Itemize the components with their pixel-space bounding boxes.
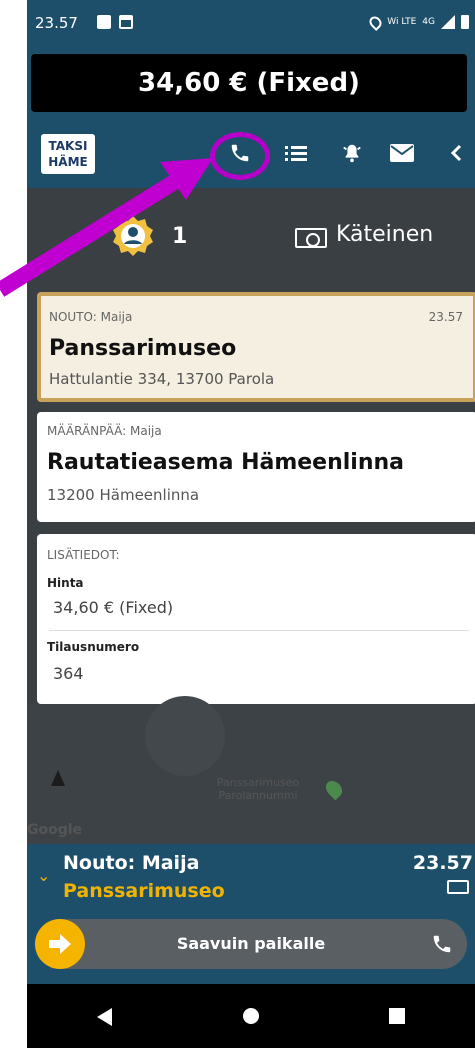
slider-label: Saavuin paikalle xyxy=(176,934,326,953)
passenger-count: 1 xyxy=(172,224,188,249)
pickup-label: NOUTO: Maija xyxy=(49,310,133,324)
network-indicator: 4G xyxy=(422,16,435,27)
fare-bar: 34,60 € (Fixed) xyxy=(27,48,475,118)
bottom-time: 23.57 xyxy=(412,852,473,874)
lte-indicator: Wi LTE xyxy=(387,16,417,27)
back-nav-icon[interactable] xyxy=(97,1008,112,1026)
toolbar: TAKSI HÄME xyxy=(27,118,475,188)
mail-icon[interactable] xyxy=(387,138,417,168)
bottom-cash-icon xyxy=(447,880,469,894)
system-nav-bar xyxy=(27,984,475,1048)
arrow-right-icon xyxy=(49,934,71,954)
battery-icon xyxy=(461,15,469,29)
pickup-title: Panssarimuseo xyxy=(49,336,237,361)
status-bar: 23.57 Wi LTE 4G xyxy=(27,0,475,48)
destination-label: MÄÄRÄNPÄÄ: Maija xyxy=(47,424,162,438)
map-attribution: Google xyxy=(27,822,83,838)
logo-line-1: TAKSI xyxy=(48,139,88,153)
company-logo: TAKSI HÄME xyxy=(41,134,95,174)
logo-line-2: HÄME xyxy=(48,155,88,169)
location-icon xyxy=(367,13,385,31)
signal-icon xyxy=(441,15,455,29)
map-feature xyxy=(145,696,225,776)
destination-title: Rautatieasema Hämeenlinna xyxy=(47,450,405,475)
arrival-slider[interactable]: Saavuin paikalle xyxy=(35,919,467,969)
extra-info-card: LISÄTIEDOT: Hinta 34,60 € (Fixed) Tilaus… xyxy=(37,534,475,704)
extra-info-label: LISÄTIEDOT: xyxy=(47,548,120,562)
notification-icon xyxy=(97,15,111,29)
chevron-down-icon[interactable]: ⌄ xyxy=(37,866,50,885)
order-number-label: Tilausnumero xyxy=(47,640,140,654)
pickup-card[interactable]: NOUTO: Maija 23.57 Panssarimuseo Hattula… xyxy=(37,292,475,402)
destination-address: 13200 Hämeenlinna xyxy=(47,486,200,504)
map-view[interactable]: Panssarimuseo Parolannummi Google xyxy=(27,696,475,844)
price-label: Hinta xyxy=(47,576,84,590)
highlight-circle xyxy=(210,132,270,180)
home-nav-icon[interactable] xyxy=(243,1008,259,1024)
passenger-badge-icon xyxy=(111,214,155,258)
bottom-panel: ⌄ Nouto: Maija Panssarimuseo 23.57 Saavu… xyxy=(27,844,475,984)
status-icons-right: Wi LTE 4G xyxy=(367,13,469,31)
compass-icon[interactable] xyxy=(51,770,65,786)
pickup-address: Hattulantie 334, 13700 Parola xyxy=(49,370,275,388)
bottom-title: Nouto: Maija xyxy=(63,852,200,874)
slider-phone-icon[interactable] xyxy=(431,933,453,959)
map-pin-icon[interactable] xyxy=(322,777,346,801)
destination-card[interactable]: MÄÄRÄNPÄÄ: Maija Rautatieasema Hämeenlin… xyxy=(37,412,475,522)
bottom-subtitle: Panssarimuseo xyxy=(63,880,225,902)
list-icon[interactable] xyxy=(281,138,311,168)
calendar-icon xyxy=(119,15,133,29)
cash-icon xyxy=(295,228,327,248)
phone-screen: 23.57 Wi LTE 4G 34,60 € (Fixed) TAKSI HÄ… xyxy=(27,0,475,1048)
recent-apps-icon[interactable] xyxy=(389,1008,405,1024)
price-value: 34,60 € (Fixed) xyxy=(53,598,174,617)
divider xyxy=(49,630,469,631)
bell-icon[interactable] xyxy=(337,138,367,168)
pickup-time: 23.57 xyxy=(428,310,463,324)
slider-knob[interactable] xyxy=(35,919,85,969)
chevron-left-icon[interactable] xyxy=(441,138,471,168)
status-time: 23.57 xyxy=(35,14,78,32)
fare-display: 34,60 € (Fixed) xyxy=(31,54,467,112)
map-poi-label: Panssarimuseo Parolannummi xyxy=(216,776,300,802)
ride-info-row: 1 Käteinen xyxy=(27,210,475,270)
payment-method: Käteinen xyxy=(336,222,434,247)
order-number-value: 364 xyxy=(53,664,84,683)
status-icons-left xyxy=(97,15,133,29)
